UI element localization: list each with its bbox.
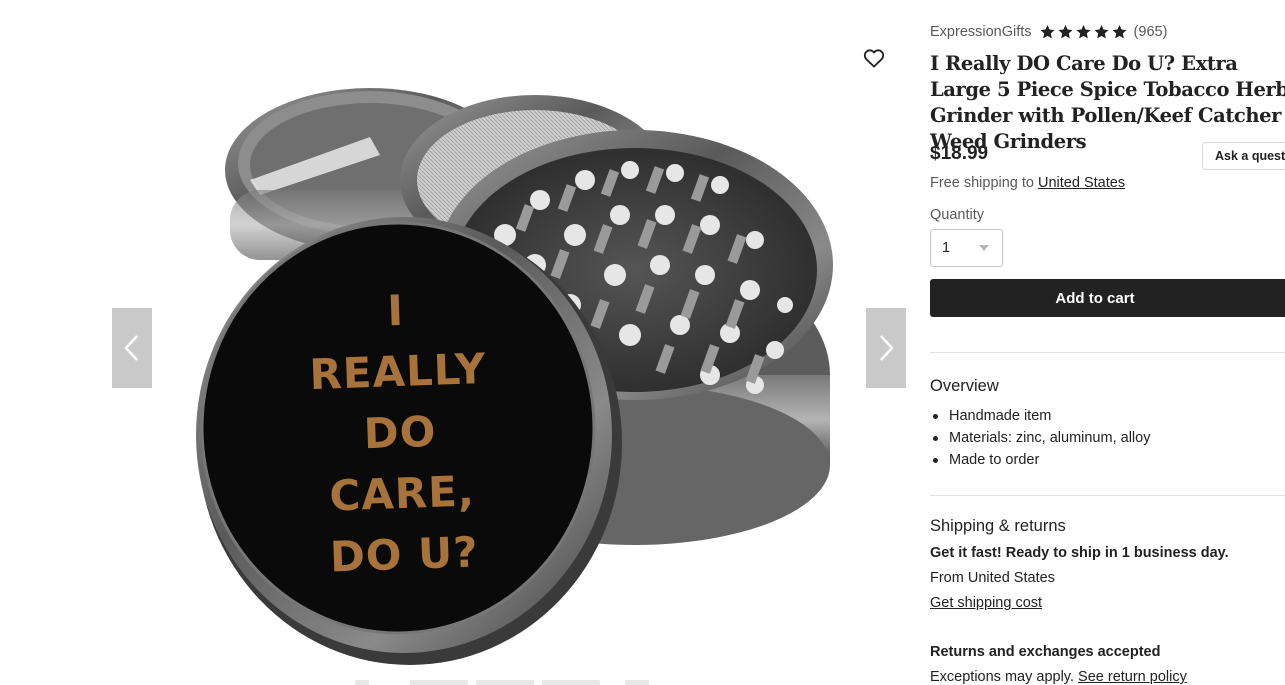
overview-item: Materials: zinc, aluminum, alloy — [930, 427, 1150, 449]
shipping-returns-title[interactable]: Shipping & returns — [930, 517, 1066, 536]
shop-info: ExpressionGifts (965) — [930, 24, 1167, 40]
thumbnail[interactable] — [410, 680, 468, 685]
thumbnail-strip — [355, 680, 655, 685]
overview-item-text: Made to order — [949, 452, 1040, 468]
thumbnail[interactable] — [625, 680, 649, 685]
divider — [930, 352, 1285, 353]
quantity-select[interactable]: 1 — [930, 229, 1003, 267]
return-policy-line: Exceptions may apply. See return policy — [930, 669, 1187, 685]
heart-outline-icon — [863, 49, 885, 68]
ships-from-text: From United States — [930, 570, 1055, 586]
bullet-icon — [933, 435, 938, 441]
bullet-icon — [933, 413, 938, 419]
overview-item: Handmade item — [930, 405, 1150, 427]
lid-text-line: DO U? — [329, 527, 480, 582]
ask-question-button[interactable]: Ask a question — [1202, 142, 1285, 170]
shipping-info: Free shipping to United States — [930, 175, 1125, 191]
thumbnail[interactable] — [542, 680, 600, 685]
add-to-cart-button[interactable]: Add to cart — [930, 279, 1285, 317]
lid-print: I REALLY DO CARE, DO U? — [275, 276, 525, 589]
rating-stars[interactable] — [1039, 24, 1128, 40]
previous-image-button[interactable] — [112, 308, 152, 388]
listing-title: I Really DO Care Do U? Extra Large 5 Pie… — [930, 52, 1285, 153]
return-policy-link[interactable]: See return policy — [1078, 669, 1187, 685]
overview-title[interactable]: Overview — [930, 377, 999, 396]
star-icon — [1058, 25, 1073, 39]
ready-to-ship-text: Get it fast! Ready to ship in 1 business… — [930, 545, 1229, 561]
bullet-icon — [933, 457, 938, 463]
overview-item-text: Handmade item — [949, 408, 1052, 424]
lid-text-line: REALLY — [308, 343, 488, 400]
product-gallery: I REALLY DO CARE, DO U? — [0, 0, 910, 685]
overview-item: Made to order — [930, 449, 1150, 471]
next-image-button[interactable] — [866, 308, 906, 388]
returns-heading: Returns and exchanges accepted — [930, 644, 1161, 660]
lid-text-line: DO — [362, 406, 438, 459]
listing-panel: ExpressionGifts (965) I Really DO Care D… — [930, 0, 1285, 685]
quantity-value: 1 — [942, 240, 951, 256]
exceptions-text: Exceptions may apply. — [930, 669, 1074, 685]
star-icon — [1040, 25, 1055, 39]
chevron-left-icon — [124, 335, 138, 361]
price: $18.99 — [930, 143, 989, 164]
review-count[interactable]: (965) — [1134, 24, 1168, 40]
star-icon — [1112, 25, 1127, 39]
get-shipping-cost-link[interactable]: Get shipping cost — [930, 595, 1042, 611]
divider — [930, 495, 1285, 496]
favorite-button[interactable] — [860, 44, 888, 72]
shipping-destination-link[interactable]: United States — [1038, 175, 1125, 191]
shipping-prefix: Free shipping to — [930, 175, 1034, 191]
shop-name-link[interactable]: ExpressionGifts — [930, 24, 1032, 40]
chevron-right-icon — [880, 335, 894, 361]
caret-down-icon — [979, 245, 989, 251]
lid-text-line: CARE, — [328, 466, 476, 521]
star-icon — [1076, 25, 1091, 39]
lid-text-line: I — [386, 285, 405, 336]
quantity-label: Quantity — [930, 207, 984, 223]
overview-list: Handmade item Materials: zinc, aluminum,… — [930, 405, 1150, 471]
thumbnail[interactable] — [355, 680, 369, 685]
thumbnail[interactable] — [476, 680, 534, 685]
star-icon — [1094, 25, 1109, 39]
overview-item-text: Materials: zinc, aluminum, alloy — [949, 430, 1151, 446]
